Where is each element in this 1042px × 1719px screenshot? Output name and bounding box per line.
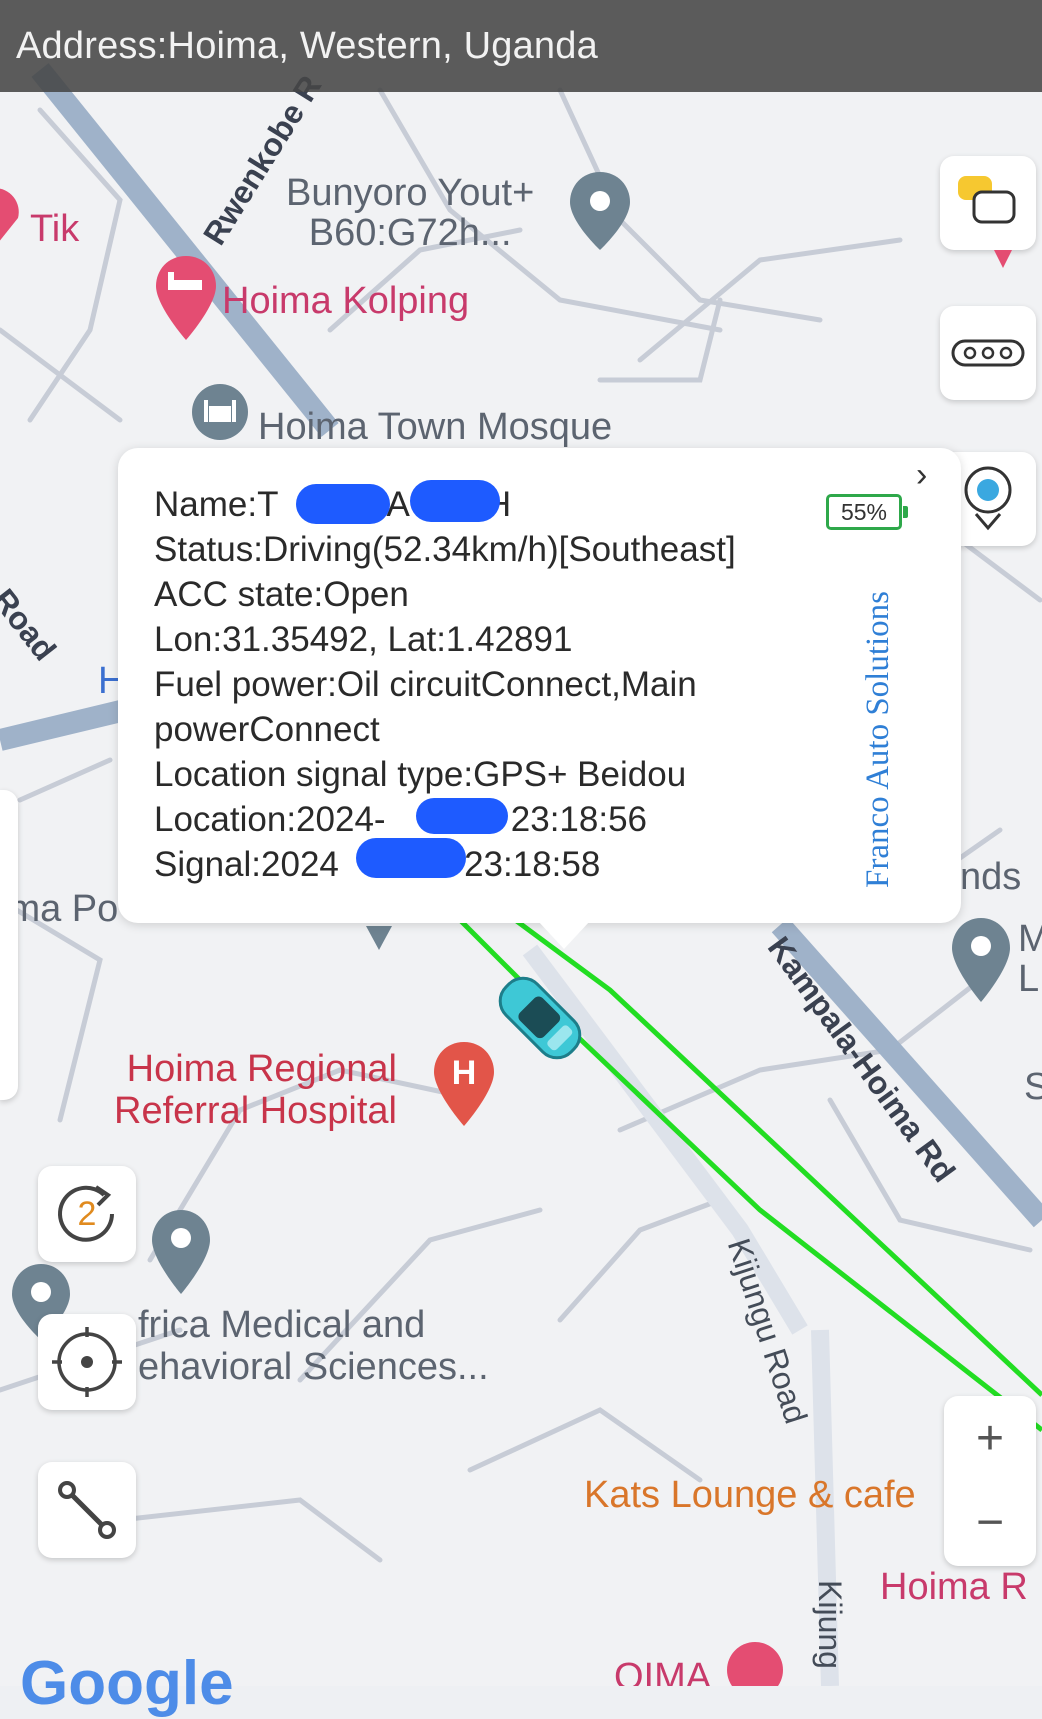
hotel-pin-icon — [156, 256, 216, 340]
signal-time-prefix: Signal:2024 — [154, 845, 339, 884]
vehicle-status: Status:Driving(52.34km/h)[Southeast] — [154, 530, 736, 569]
poi-bunyoro[interactable]: Bunyoro Yout+ B60:G72h... — [286, 173, 534, 253]
poi-bunyoro-line2: B60:G72h... — [308, 212, 512, 254]
arrow-marker-icon — [366, 926, 392, 950]
redaction-mark — [416, 798, 508, 834]
road-kijungu-bottom: Kijung — [812, 1580, 848, 1669]
refresh-button[interactable]: 2 — [38, 1166, 136, 1262]
redaction-mark — [410, 480, 500, 522]
poi-africa-medical[interactable]: frica Medical and ehavioral Sciences... — [138, 1304, 489, 1388]
address-bar: Address:Hoima, Western, Uganda — [0, 0, 1042, 92]
poi-hospital-line1: Hoima Regional — [126, 1048, 397, 1090]
my-location-button[interactable] — [38, 1314, 136, 1410]
location-pin-icon — [952, 918, 1010, 1002]
refresh-count: 2 — [77, 1194, 97, 1233]
zoom-in-button[interactable]: + — [976, 1397, 1004, 1481]
poi-s: S — [1024, 1066, 1042, 1108]
poi-tik[interactable]: Tik — [30, 208, 79, 251]
vehicle-name-label: Name:T — [154, 485, 279, 524]
location-pin-icon — [570, 172, 630, 250]
red-marker-icon — [994, 250, 1012, 268]
fuel-power-line2: powerConnect — [154, 710, 380, 749]
poi-hospital[interactable]: Hoima Regional Referral Hospital — [114, 1048, 397, 1132]
measure-button[interactable] — [38, 1462, 136, 1558]
location-target-icon — [964, 466, 1012, 531]
poi-kolping[interactable]: Hoima Kolping — [222, 280, 469, 323]
poi-m: M — [1018, 918, 1042, 960]
location-signal-type: Location signal type:GPS+ Beidou — [154, 755, 687, 794]
vehicle-info-popup[interactable]: › Name:TAH Status:Driving(52.34km/h)[Sou… — [118, 448, 961, 949]
chat-bubbles-icon — [958, 176, 1016, 224]
redaction-mark — [296, 484, 390, 524]
poi-mosque[interactable]: Hoima Town Mosque — [258, 406, 612, 449]
zoom-out-button[interactable]: − — [976, 1481, 1004, 1565]
brand-watermark: Franco Auto Solutions — [860, 590, 896, 888]
ruler-line-icon — [58, 1481, 116, 1539]
acc-state: ACC state:Open — [154, 575, 409, 614]
fuel-power-line1: Fuel power:Oil circuitConnect,Main — [154, 665, 697, 704]
poi-hoima-bottom: OIMA — [614, 1656, 712, 1686]
poi-nds: nds — [960, 856, 1022, 898]
zoom-control: + − — [944, 1396, 1036, 1566]
crosshair-icon — [52, 1327, 122, 1397]
side-panel-handle[interactable] — [0, 790, 18, 1100]
more-button[interactable] — [940, 306, 1036, 400]
pink-pin-icon — [0, 188, 19, 241]
battery-indicator: 55% — [826, 494, 908, 530]
location-pin-icon — [152, 1210, 210, 1294]
poi-africa-line2: ehavioral Sciences... — [138, 1346, 489, 1388]
poi-l: L — [1018, 958, 1040, 1000]
hospital-pin-icon: H — [434, 1042, 494, 1126]
poi-hoima-r: Hoima R — [880, 1566, 1028, 1608]
svg-text:H: H — [452, 1054, 477, 1092]
poi-hospital-line2: Referral Hospital — [114, 1090, 397, 1132]
poi-africa-line1: frica Medical and — [138, 1304, 426, 1346]
lon-lat: Lon:31.35492, Lat:1.42891 — [154, 620, 573, 659]
poi-bunyoro-line1: Bunyoro Yout+ — [286, 172, 535, 214]
message-button[interactable] — [940, 156, 1036, 250]
mosque-icon — [192, 384, 248, 440]
location-time-prefix: Location:2024- — [154, 800, 386, 839]
poi-kats-lounge[interactable]: Kats Lounge & cafe — [584, 1474, 916, 1517]
more-dots-icon — [951, 339, 1025, 367]
chevron-right-icon[interactable]: › — [916, 456, 927, 495]
google-logo: Google — [20, 1649, 234, 1718]
redaction-mark — [356, 838, 466, 878]
